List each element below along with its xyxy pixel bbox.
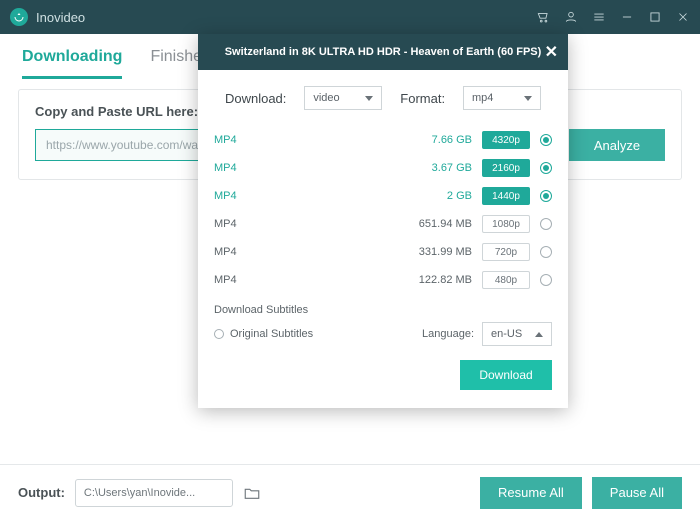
chevron-down-icon [365,96,373,101]
close-icon[interactable] [676,10,690,24]
format-size: 122.82 MB [282,274,472,286]
format-list[interactable]: MP4 7.66 GB 4320p MP4 3.67 GB 2160p MP4 2 GB 144… [198,126,568,296]
analyze-button[interactable]: Analyze [569,129,665,161]
format-size: 3.67 GB [282,162,472,174]
resolution-badge: 2160p [482,159,530,177]
download-modal: Switzerland in 8K ULTRA HD HDR - Heaven … [198,34,568,408]
download-button[interactable]: Download [460,360,552,390]
format-name: MP4 [214,274,272,286]
format-name: MP4 [214,218,272,230]
format-row[interactable]: MP493.86 MB360p [214,294,552,296]
format-name: MP4 [214,246,272,258]
download-type-label: Download: [225,91,286,106]
resume-all-button[interactable]: Resume All [480,477,582,509]
radio-icon [540,134,552,146]
download-type-select[interactable]: video [304,86,382,110]
footer: Output: C:\Users\yan\Inovide... Resume A… [0,464,700,520]
chevron-down-icon [524,96,532,101]
output-label: Output: [18,485,65,500]
format-row[interactable]: MP4 122.82 MB 480p [214,266,552,294]
language-label: Language: [422,328,474,340]
format-select[interactable]: mp4 [463,86,541,110]
format-name: MP4 [214,162,272,174]
app-logo-icon [10,8,28,26]
format-row[interactable]: MP4 7.66 GB 4320p [214,126,552,154]
radio-icon [540,190,552,202]
titlebar: Inovideo [0,0,700,34]
modal-controls: Download: video Format: mp4 [198,70,568,126]
menu-icon[interactable] [592,10,606,24]
cart-icon[interactable] [536,10,550,24]
format-name: MP4 [214,190,272,202]
language-select[interactable]: en-US [482,322,552,346]
original-subtitles-option[interactable]: Original Subtitles [214,328,313,340]
format-size: 7.66 GB [282,134,472,146]
format-row[interactable]: MP4 331.99 MB 720p [214,238,552,266]
output-path[interactable]: C:\Users\yan\Inovide... [75,479,233,507]
minimize-icon[interactable] [620,10,634,24]
resolution-badge: 1440p [482,187,530,205]
resolution-badge: 720p [482,243,530,261]
radio-icon [214,329,224,339]
radio-icon [540,246,552,258]
subtitles-title: Download Subtitles [214,304,552,316]
folder-icon[interactable] [243,484,261,502]
format-row[interactable]: MP4 3.67 GB 2160p [214,154,552,182]
radio-icon [540,274,552,286]
format-row[interactable]: MP4 2 GB 1440p [214,182,552,210]
tab-downloading[interactable]: Downloading [22,48,122,79]
resolution-badge: 4320p [482,131,530,149]
subtitles-panel: Download Subtitles Original Subtitles La… [198,296,568,346]
radio-icon [540,162,552,174]
chevron-up-icon [535,332,543,337]
user-icon[interactable] [564,10,578,24]
format-size: 2 GB [282,190,472,202]
modal-title: Switzerland in 8K ULTRA HD HDR - Heaven … [198,34,568,70]
resolution-badge: 480p [482,271,530,289]
format-size: 651.94 MB [282,218,472,230]
modal-close-icon[interactable]: ✕ [545,42,558,62]
system-icons [536,10,690,24]
app-name: Inovideo [36,10,536,25]
maximize-icon[interactable] [648,10,662,24]
format-size: 331.99 MB [282,246,472,258]
format-label: Format: [400,91,445,106]
radio-icon [540,218,552,230]
format-name: MP4 [214,134,272,146]
resolution-badge: 1080p [482,215,530,233]
pause-all-button[interactable]: Pause All [592,477,682,509]
format-row[interactable]: MP4 651.94 MB 1080p [214,210,552,238]
